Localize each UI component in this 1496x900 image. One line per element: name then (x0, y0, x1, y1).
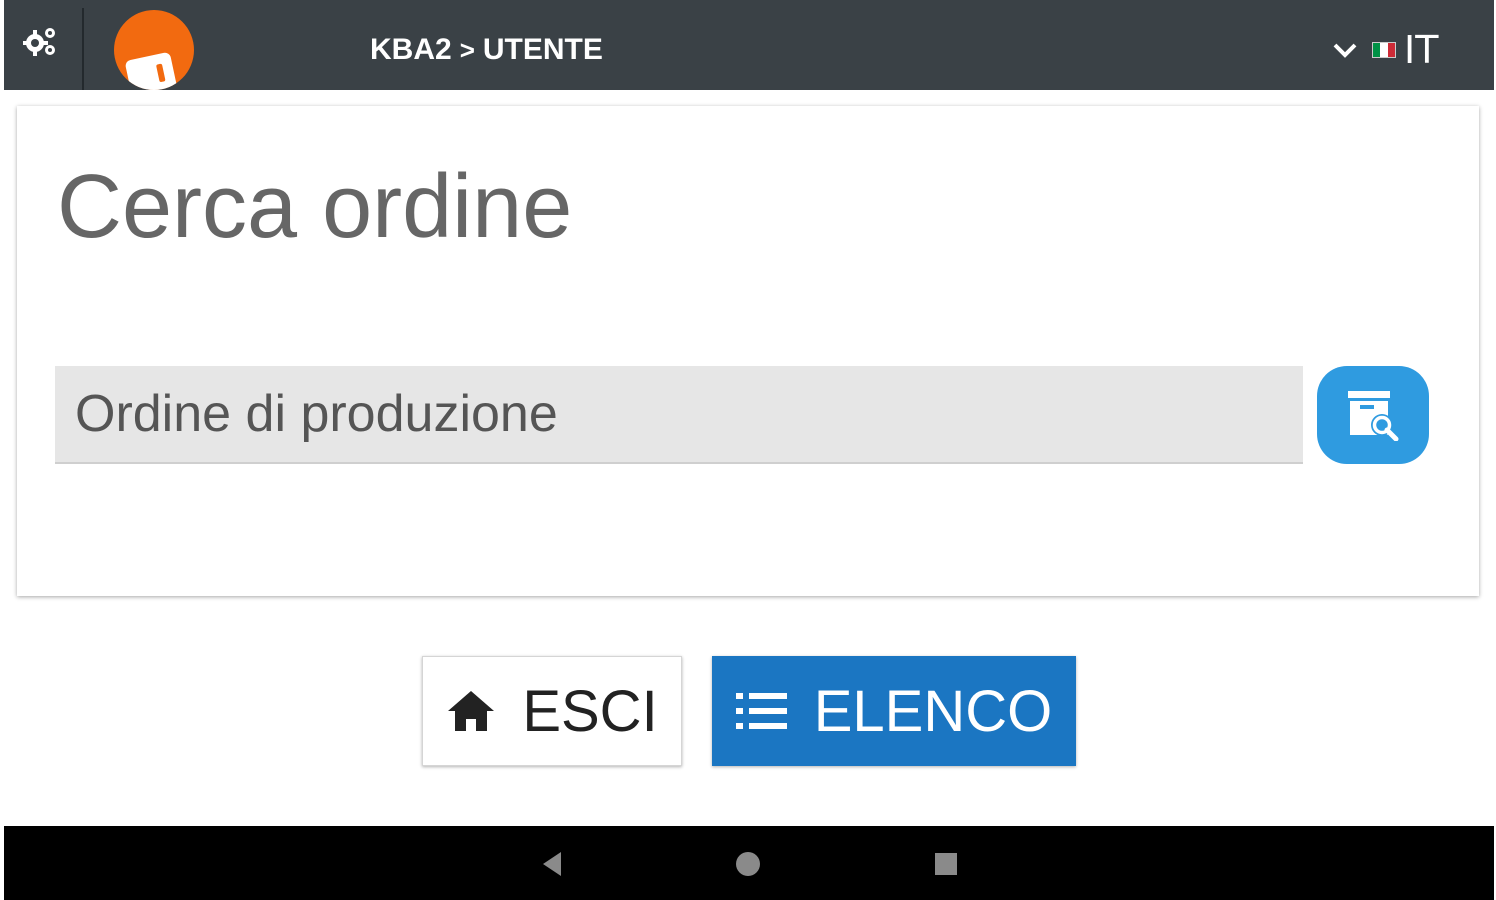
language-label: IT (1404, 28, 1439, 72)
breadcrumb-current: UTENTE (482, 33, 603, 66)
production-order-input[interactable] (55, 366, 1303, 464)
search-archive-icon (1348, 391, 1399, 441)
back-icon (543, 852, 561, 876)
home-circle-icon (736, 852, 760, 876)
italy-flag-icon (1372, 42, 1396, 58)
exit-button[interactable]: ESCI (422, 656, 682, 766)
back-button[interactable] (534, 846, 570, 882)
breadcrumb-parent[interactable]: KBA2 (370, 33, 452, 67)
search-button[interactable] (1317, 366, 1429, 464)
action-bar: ESCI ELENCO (0, 654, 1496, 768)
gears-icon (23, 28, 55, 56)
chevron-down-icon (1333, 43, 1357, 58)
settings-button[interactable] (18, 20, 64, 62)
home-icon (448, 691, 495, 731)
exit-button-label: ESCI (522, 678, 658, 744)
language-selector[interactable]: IT (1332, 28, 1438, 72)
app-header: KBA2 > UTENTE IT (4, 0, 1494, 90)
recents-icon (935, 853, 957, 875)
search-order-panel: Cerca ordine (17, 106, 1479, 596)
app-logo (114, 10, 194, 90)
list-button[interactable]: ELENCO (712, 656, 1076, 766)
home-nav-button[interactable] (730, 846, 766, 882)
header-divider (82, 8, 84, 90)
recents-button[interactable] (928, 846, 964, 882)
system-navigation-bar (4, 826, 1494, 900)
breadcrumb-separator: > (459, 34, 475, 65)
list-button-label: ELENCO (813, 678, 1053, 744)
list-icon (735, 693, 787, 729)
page-title: Cerca ordine (57, 157, 573, 257)
breadcrumb: KBA2 > UTENTE (370, 30, 603, 70)
